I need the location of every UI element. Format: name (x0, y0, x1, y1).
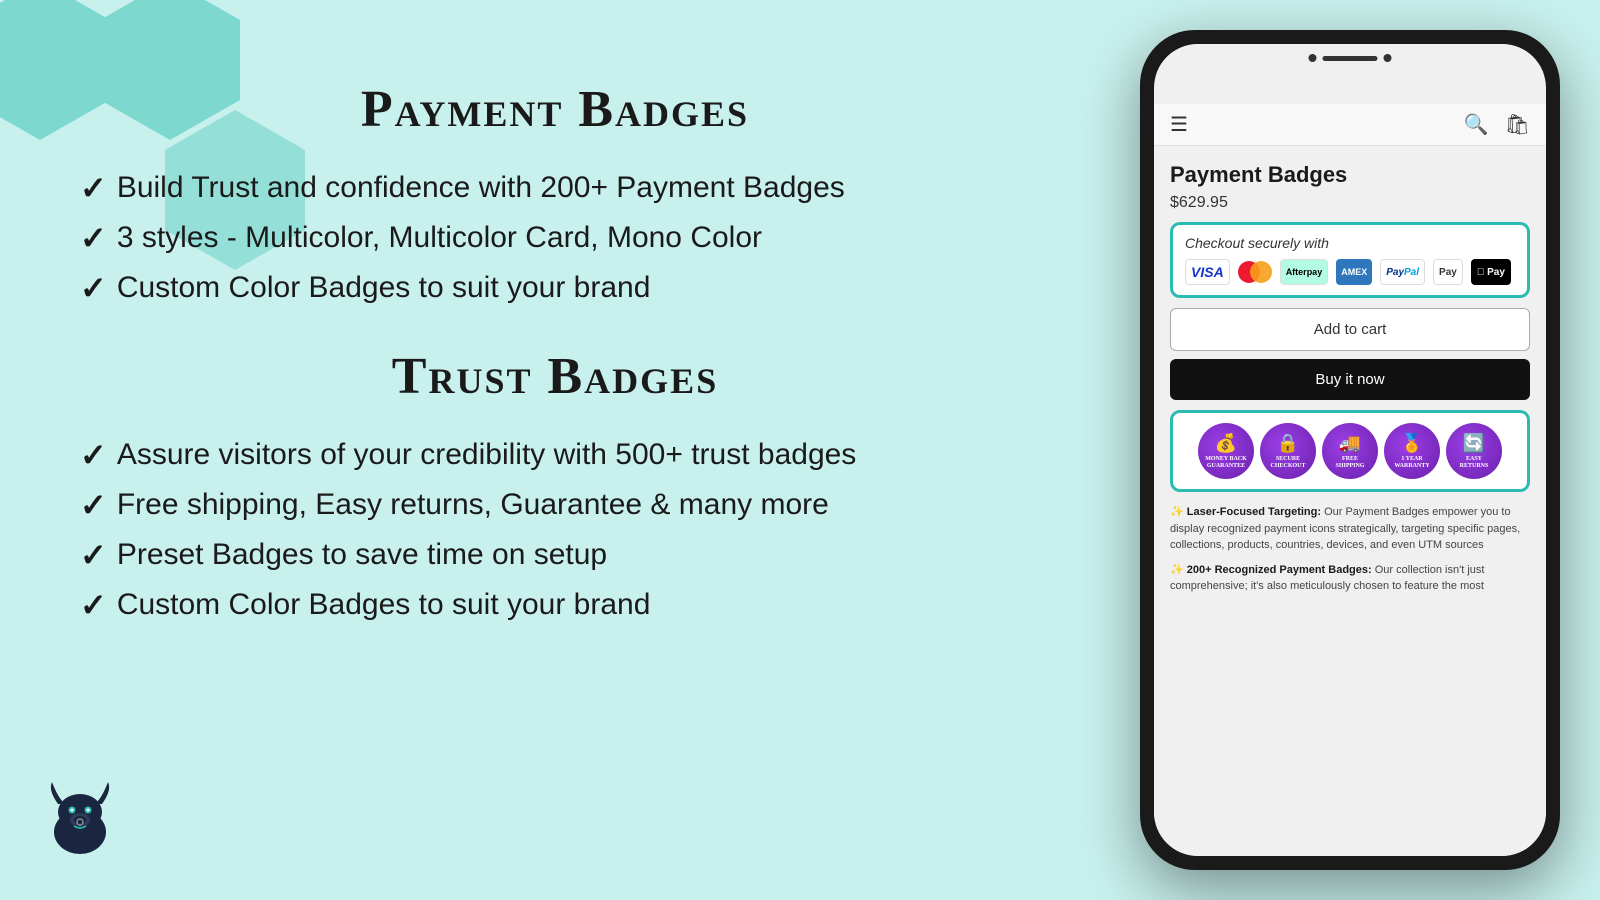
check-icon-3: ✓ (80, 269, 107, 307)
check-icon-7: ✓ (80, 586, 107, 624)
payment-badges-title: Payment Badges (80, 80, 1030, 139)
desc-text-1: ✨ Laser-Focused Targeting: Our Payment B… (1170, 504, 1530, 554)
phone-content: Payment Badges $629.95 Checkout securely… (1154, 146, 1546, 856)
desc-section-2: ✨ 200+ Recognized Payment Badges: Our co… (1170, 562, 1530, 595)
desc-bold-1: ✨ Laser-Focused Targeting: (1170, 506, 1321, 518)
trust-badge-secure: 🔒 SECURECHECKOUT (1260, 423, 1316, 479)
phone-nav-bar: ☰ 🔍 🛍 (1154, 104, 1546, 146)
afterpay-badge: Afterpay (1280, 259, 1329, 285)
left-panel: Payment Badges ✓ Build Trust and confide… (80, 80, 1030, 664)
trust-badges-title: Trust Badges (80, 347, 1030, 406)
buy-now-button[interactable]: Buy it now (1170, 359, 1530, 400)
cart-icon[interactable]: 🛍 (1505, 112, 1530, 137)
trust-feature-3: ✓ Preset Badges to save time on setup (80, 536, 1030, 574)
trust-feature-2: ✓ Free shipping, Easy returns, Guarantee… (80, 486, 1030, 524)
phone-product-price: $629.95 (1170, 194, 1530, 212)
check-icon-1: ✓ (80, 169, 107, 207)
check-icon-4: ✓ (80, 436, 107, 474)
add-to-cart-button[interactable]: Add to cart (1170, 308, 1530, 351)
gpay-badge: Pay (1433, 259, 1463, 285)
phone-frame: ☰ 🔍 🛍 Payment Badges $629.95 Checkout se… (1140, 30, 1560, 870)
trust-badges-box: 💰 MONEY BACKGUARANTEE 🔒 SECURECHECKOUT 🚚… (1170, 410, 1530, 492)
applepay-badge:  Pay (1471, 259, 1511, 285)
check-icon-6: ✓ (80, 536, 107, 574)
phone-product-title: Payment Badges (1170, 162, 1530, 188)
trust-badge-warranty: 🏅 1 YEARWARRANTY (1384, 423, 1440, 479)
phone-mockup: ☰ 🔍 🛍 Payment Badges $629.95 Checkout se… (1140, 30, 1560, 870)
paypal-badge: PayPal (1380, 259, 1425, 285)
trust-badge-returns: 🔄 EASYRETURNS (1446, 423, 1502, 479)
payment-feature-1: ✓ Build Trust and confidence with 200+ P… (80, 169, 1030, 207)
bull-logo (30, 770, 130, 870)
mastercard-badge (1238, 261, 1272, 283)
checkout-label: Checkout securely with (1185, 235, 1515, 251)
trust-badge-shipping: 🚚 FREESHIPPING (1322, 423, 1378, 479)
phone-screen: ☰ 🔍 🛍 Payment Badges $629.95 Checkout se… (1154, 44, 1546, 856)
payment-badges-box: Checkout securely with VISA Afterpay AME… (1170, 222, 1530, 298)
desc-section-1: ✨ Laser-Focused Targeting: Our Payment B… (1170, 504, 1530, 554)
amex-badge: AMEX (1336, 259, 1372, 285)
search-icon[interactable]: 🔍 (1464, 112, 1489, 137)
payment-features-list: ✓ Build Trust and confidence with 200+ P… (80, 169, 1030, 307)
trust-badge-money-back: 💰 MONEY BACKGUARANTEE (1198, 423, 1254, 479)
payment-feature-2: ✓ 3 styles - Multicolor, Multicolor Card… (80, 219, 1030, 257)
trust-features-list: ✓ Assure visitors of your credibility wi… (80, 436, 1030, 624)
menu-icon[interactable]: ☰ (1170, 112, 1188, 137)
trust-feature-4: ✓ Custom Color Badges to suit your brand (80, 586, 1030, 624)
desc-text-2: ✨ 200+ Recognized Payment Badges: Our co… (1170, 562, 1530, 595)
check-icon-5: ✓ (80, 486, 107, 524)
trust-feature-1: ✓ Assure visitors of your credibility wi… (80, 436, 1030, 474)
payment-icons-row: VISA Afterpay AMEX PayPal Pay (1185, 259, 1515, 285)
check-icon-2: ✓ (80, 219, 107, 257)
visa-badge: VISA (1185, 259, 1230, 285)
payment-feature-3: ✓ Custom Color Badges to suit your brand (80, 269, 1030, 307)
desc-bold-2: ✨ 200+ Recognized Payment Badges: (1170, 564, 1372, 576)
